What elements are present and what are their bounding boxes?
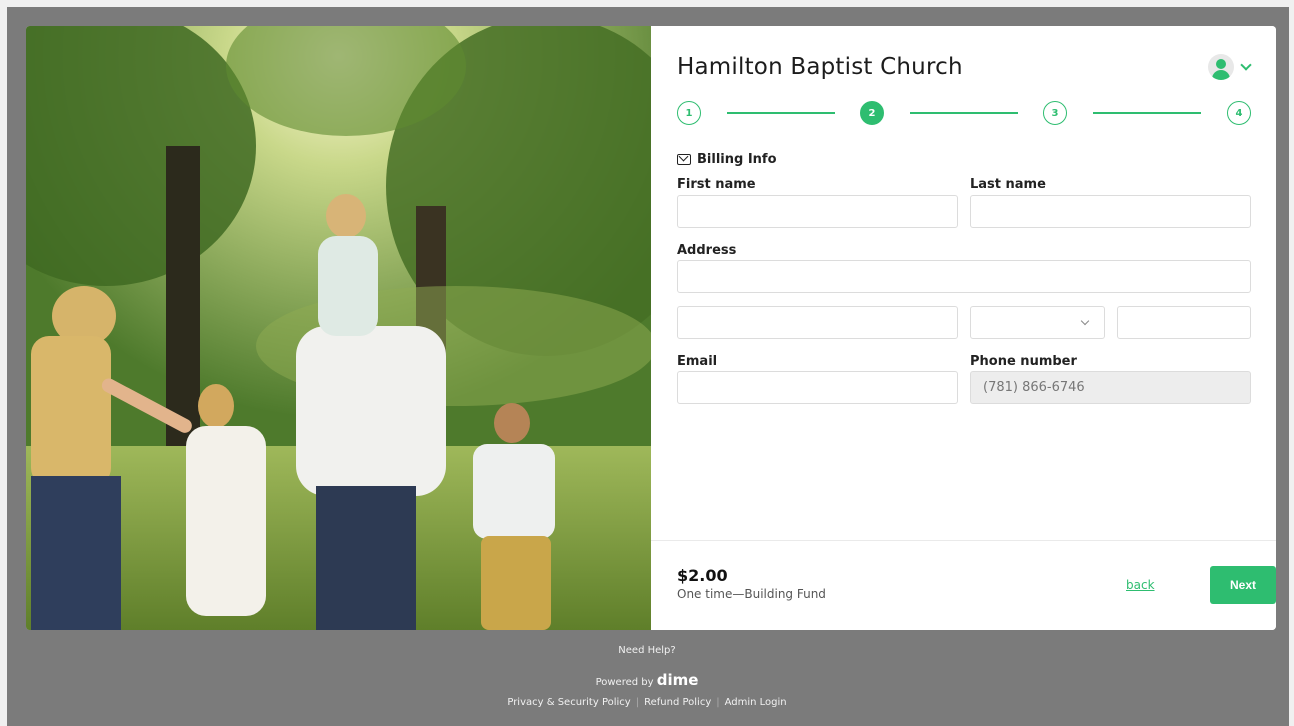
family-photo (26, 26, 651, 630)
gift-description: One time—Building Fund (677, 587, 826, 601)
billing-info-label: Billing Info (697, 152, 777, 167)
billing-info-heading: Billing Info (677, 152, 777, 167)
browser-right-edge (1289, 0, 1294, 726)
zip-field[interactable] (1117, 306, 1251, 339)
chevron-down-icon (1240, 59, 1252, 71)
footer-links: Privacy & Security Policy | Refund Policy |… (507, 697, 787, 708)
admin-login-link[interactable]: Admin Login (725, 697, 787, 708)
city-field[interactable] (677, 306, 958, 339)
phone-field: (781) 866-6746 (970, 371, 1251, 404)
chevron-down-icon (1080, 316, 1090, 326)
envelope-icon (677, 154, 691, 165)
last-name-label: Last name (970, 177, 1046, 192)
back-link[interactable]: back (1126, 578, 1155, 592)
step-3[interactable]: 3 (1043, 101, 1067, 125)
next-button[interactable]: Next (1210, 566, 1276, 604)
first-name-field[interactable] (677, 195, 958, 228)
powered-by: Powered by dime (0, 671, 1294, 689)
last-name-field[interactable] (970, 195, 1251, 228)
state-select[interactable] (970, 306, 1105, 339)
stepper-connector (910, 112, 1018, 114)
phone-label: Phone number (970, 354, 1077, 369)
giving-form-panel: Hamilton Baptist Church 1 2 3 4 Billing … (651, 26, 1276, 630)
first-name-label: First name (677, 177, 756, 192)
summary-divider (651, 540, 1276, 541)
donation-card: Hamilton Baptist Church 1 2 3 4 Billing … (26, 26, 1276, 630)
refund-policy-link[interactable]: Refund Policy (644, 697, 711, 708)
step-1[interactable]: 1 (677, 101, 701, 125)
address-label: Address (677, 243, 737, 258)
step-4[interactable]: 4 (1227, 101, 1251, 125)
need-help-link[interactable]: Need Help? (0, 645, 1294, 656)
privacy-policy-link[interactable]: Privacy & Security Policy (507, 697, 630, 708)
gift-amount: $2.00 (677, 566, 728, 585)
browser-top-edge (0, 0, 1294, 7)
address-line1-field[interactable] (677, 260, 1251, 293)
email-field[interactable] (677, 371, 958, 404)
user-avatar-icon (1208, 54, 1234, 80)
progress-stepper: 1 2 3 4 (677, 101, 1251, 125)
browser-left-edge (0, 0, 7, 726)
dime-logo[interactable]: dime (657, 671, 699, 689)
email-label: Email (677, 354, 718, 369)
page-title: Hamilton Baptist Church (677, 54, 963, 80)
step-2-active[interactable]: 2 (860, 101, 884, 125)
user-menu[interactable] (1208, 54, 1252, 80)
phone-value: (781) 866-6746 (983, 380, 1085, 395)
powered-by-prefix: Powered by (595, 677, 654, 688)
stepper-connector (1093, 112, 1201, 114)
stepper-connector (727, 112, 835, 114)
